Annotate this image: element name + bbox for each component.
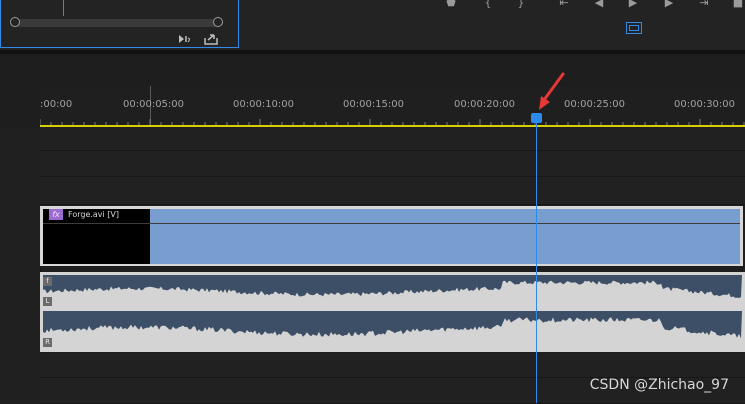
clip-name: Forge.avi [V] — [68, 210, 120, 219]
step-forward-icon[interactable]: ▶ — [662, 0, 676, 9]
fx-badge[interactable]: fx — [49, 209, 63, 220]
camera-export-icon[interactable] — [178, 33, 192, 45]
channel-label-left: L — [43, 297, 52, 306]
zoom-scroll-handle-left[interactable] — [10, 17, 20, 27]
in-point-icon[interactable]: { — [481, 0, 495, 9]
marker-icon[interactable]: ⬟ — [444, 0, 458, 9]
audio-channel-left — [43, 275, 742, 305]
insert-icon[interactable]: ■ — [731, 0, 745, 9]
step-back-icon[interactable]: ◀ — [592, 0, 606, 9]
zoom-scroll-bar[interactable] — [10, 19, 222, 27]
track-lane[interactable] — [40, 127, 745, 151]
go-to-in-icon[interactable]: ⇤ — [557, 0, 571, 9]
track-header-column — [0, 127, 41, 403]
export-clip-icon[interactable] — [204, 33, 218, 45]
timecode-label: 00:00:10:00 — [233, 99, 295, 110]
track-lane[interactable] — [40, 151, 745, 177]
out-point-icon[interactable]: } — [514, 0, 528, 9]
opacity-keyframe-line[interactable] — [43, 223, 740, 224]
go-to-out-icon[interactable]: ⇥ — [697, 0, 711, 9]
channel-label-right: R — [43, 338, 52, 347]
play-icon[interactable]: ▶ — [626, 0, 640, 9]
annotation-arrow-icon — [539, 72, 565, 110]
timecode-label: 00:00:15:00 — [343, 99, 405, 110]
playhead-line[interactable] — [536, 118, 537, 403]
waveform-right — [43, 311, 742, 339]
timecode-label: :00:00 — [40, 99, 73, 110]
source-playhead[interactable] — [63, 0, 64, 16]
audio-channel-right — [43, 311, 742, 347]
timecode-label: 00:00:25:00 — [564, 99, 626, 110]
panel-divider[interactable] — [0, 50, 745, 54]
safe-margins-icon[interactable] — [626, 22, 642, 34]
timecode-label: 00:00:05:00 — [123, 99, 185, 110]
timecode-label: 00:00:30:00 — [674, 99, 736, 110]
program-transport-controls: ⬟ { } ⇤ ◀ ▶ ▶ ⇥ ■ — [440, 0, 745, 14]
clip-thumbnail — [43, 222, 150, 264]
timecode-label: 00:00:20:00 — [454, 99, 516, 110]
playhead-handle[interactable] — [531, 113, 542, 123]
waveform-left — [43, 275, 742, 298]
track-lane[interactable] — [40, 177, 745, 205]
zoom-scroll-handle-right[interactable] — [213, 17, 223, 27]
audio-fx-badge[interactable]: f — [43, 277, 52, 286]
track-lane[interactable] — [40, 353, 745, 378]
watermark: CSDN @Zhichao_97 — [589, 377, 729, 393]
